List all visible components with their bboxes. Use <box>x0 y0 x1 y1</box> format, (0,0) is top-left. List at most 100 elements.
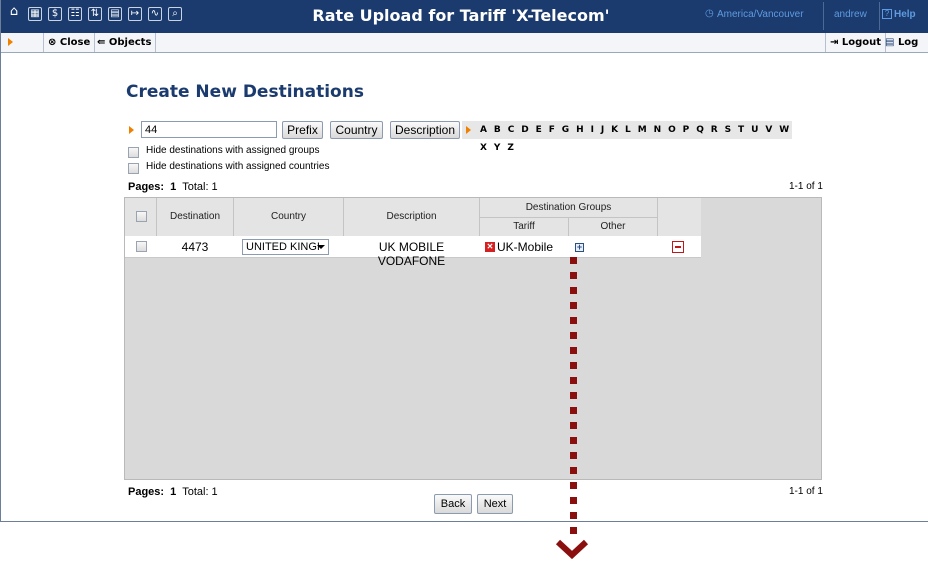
description-header[interactable]: Description <box>344 211 479 222</box>
divider <box>823 2 824 30</box>
country-header[interactable]: Country <box>234 211 343 222</box>
prefix-input[interactable] <box>141 121 277 138</box>
chevron-down-icon <box>555 539 589 560</box>
annotation-dot <box>570 287 577 294</box>
range-label-top: 1-1 of 1 <box>789 181 823 192</box>
annotation-dot <box>570 482 577 489</box>
page-number[interactable]: 1 <box>170 486 176 498</box>
close-icon: ⊗ <box>48 37 57 48</box>
destination-groups-header: Destination Groups <box>525 202 612 213</box>
app-window: ⌂ ▦ $ ☷ ⇅ ▤ ↦ ∿ ⌕ Rate Upload for Tariff… <box>0 0 928 522</box>
annotation-dot <box>570 377 577 384</box>
page-number[interactable]: 1 <box>170 181 176 193</box>
annotation-dot <box>570 347 577 354</box>
objects-label: Objects <box>108 37 152 48</box>
close-label: Close <box>59 37 91 48</box>
annotation-dot <box>570 407 577 414</box>
add-icon[interactable]: + <box>575 243 584 252</box>
tariff-group-cell: UK-Mobile <box>497 240 554 254</box>
annotation-dot <box>570 497 577 504</box>
next-button[interactable]: Next <box>477 494 513 514</box>
logout-icon: ⇥ <box>830 37 839 48</box>
row-checkbox[interactable] <box>136 241 147 252</box>
home-icon[interactable]: ⌂ <box>7 5 21 20</box>
grid-icon[interactable]: ▦ <box>28 7 42 21</box>
logout-label: Logout <box>841 37 882 48</box>
annotation-dot <box>570 422 577 429</box>
table-icon[interactable]: ▤ <box>108 7 122 21</box>
filter-arrow-icon <box>129 126 134 134</box>
hide-countries-checkbox[interactable] <box>128 163 139 174</box>
alphabet-filter[interactable]: A B C D E F G H I J K L M N O P Q R S T … <box>462 121 792 153</box>
alphabet-arrow-icon <box>466 126 471 134</box>
annotation-dot <box>570 512 577 519</box>
page-title: Rate Upload for Tariff 'X-Telecom' <box>312 6 610 25</box>
toolbar: ⊗ Close ⇚ Objects ⇥ Logout ▤ Log <box>1 33 928 53</box>
country-select[interactable]: UNITED KINGI <box>242 239 329 255</box>
section-heading: Create New Destinations <box>126 82 364 102</box>
annotation-dot <box>570 437 577 444</box>
annotation-dot <box>570 467 577 474</box>
annotation-dotted-line <box>567 257 587 567</box>
country-button[interactable]: Country <box>330 121 383 139</box>
annotation-dot <box>570 317 577 324</box>
pagination-bottom: Pages: 1 Total: 1 <box>128 486 218 498</box>
hide-groups-label: Hide destinations with assigned groups <box>146 145 320 156</box>
people-icon[interactable]: ☷ <box>68 7 82 21</box>
destination-header[interactable]: Destination <box>157 211 233 222</box>
help-icon[interactable]: ? <box>882 9 892 19</box>
toolbar-arrow-icon <box>8 38 13 46</box>
annotation-dot <box>570 527 577 534</box>
annotation-dot <box>570 392 577 399</box>
destination-cell: 4473 <box>181 240 209 254</box>
table-row: 4473 UNITED KINGI UK MOBILE VODAFONE ✕ U… <box>125 236 701 268</box>
destinations-table: Destination Country Description Destinat… <box>124 197 822 480</box>
clock-icon: ◷ <box>705 8 714 19</box>
description-cell: UK MOBILE VODAFONE <box>377 240 446 268</box>
chart-icon[interactable]: ∿ <box>148 7 162 21</box>
divider <box>879 2 880 30</box>
top-bar: ⌂ ▦ $ ☷ ⇅ ▤ ↦ ∿ ⌕ Rate Upload for Tariff… <box>1 0 928 33</box>
range-label-bottom: 1-1 of 1 <box>789 486 823 497</box>
hide-countries-label: Hide destinations with assigned countrie… <box>146 161 330 172</box>
column-divider <box>657 198 658 236</box>
user-link[interactable]: andrew <box>834 9 867 20</box>
delete-row-icon[interactable] <box>672 241 684 253</box>
log-icon: ▤ <box>885 37 895 48</box>
chevron-down-icon <box>317 245 325 249</box>
objects-icon: ⇚ <box>97 37 106 48</box>
prefix-button[interactable]: Prefix <box>282 121 323 139</box>
tariff-header: Tariff <box>513 221 535 232</box>
back-button[interactable]: Back <box>434 494 472 514</box>
help-link[interactable]: Help <box>894 9 916 20</box>
table-header: Destination Country Description Destinat… <box>125 198 701 236</box>
dollar-icon[interactable]: $ <box>48 7 62 21</box>
hide-groups-checkbox[interactable] <box>128 147 139 158</box>
other-header: Other <box>600 221 626 232</box>
logout-button[interactable]: ⇥ Logout <box>825 33 887 52</box>
log-button[interactable]: ▤ Log <box>881 33 922 52</box>
pages-label: Pages: <box>128 181 165 193</box>
objects-button[interactable]: ⇚ Objects <box>93 33 157 52</box>
export-icon[interactable]: ↦ <box>128 7 142 21</box>
timezone-link[interactable]: America/Vancouver <box>717 9 804 20</box>
description-button[interactable]: Description <box>390 121 460 139</box>
log-label: Log <box>897 37 919 48</box>
annotation-dot <box>570 272 577 279</box>
annotation-dot <box>570 332 577 339</box>
total-label: Total: 1 <box>182 181 218 193</box>
pages-label: Pages: <box>128 486 165 498</box>
select-all-checkbox[interactable] <box>136 211 147 222</box>
total-label: Total: 1 <box>182 486 218 498</box>
close-button[interactable]: ⊗ Close <box>43 33 96 52</box>
transfer-icon[interactable]: ⇅ <box>88 7 102 21</box>
annotation-dot <box>570 302 577 309</box>
annotation-dot <box>570 452 577 459</box>
alphabet-letters[interactable]: A B C D E F G H I J K L M N O P Q R S T … <box>480 125 791 153</box>
pagination-top: Pages: 1 Total: 1 <box>128 181 218 193</box>
search-icon[interactable]: ⌕ <box>168 7 182 21</box>
annotation-dot <box>570 257 577 264</box>
remove-icon[interactable]: ✕ <box>485 242 495 252</box>
country-select-value: UNITED KINGI <box>246 241 320 253</box>
annotation-dot <box>570 362 577 369</box>
